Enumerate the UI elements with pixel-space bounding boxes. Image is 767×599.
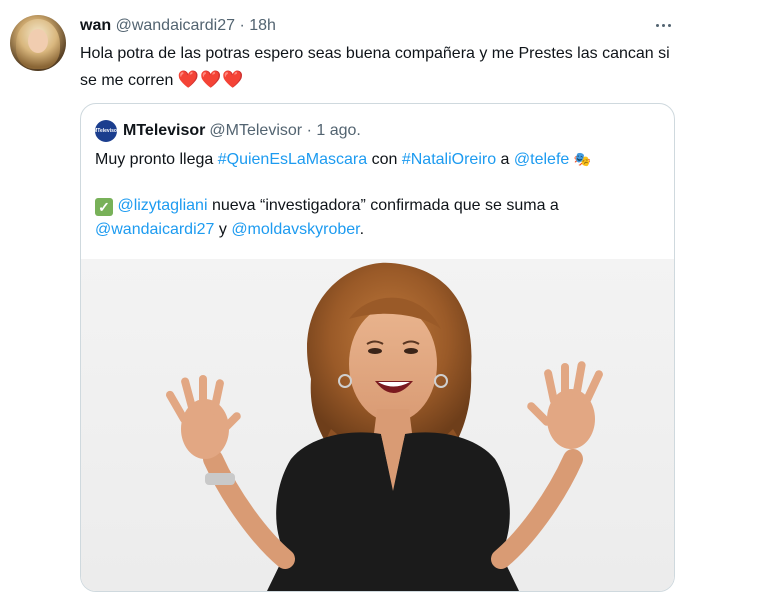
avatar-face: [28, 29, 48, 53]
quoted-text-segment: a: [496, 151, 514, 168]
quoted-text-segment: y: [214, 221, 232, 238]
quoted-avatar-text: MTelevisor: [95, 128, 117, 134]
tweet-header: wan @wandaicardi27 · 18h: [80, 16, 276, 36]
hashtag-quienesla-mascara[interactable]: #QuienEsLaMascara: [218, 151, 367, 168]
hearts-emoji: ❤️❤️❤️: [177, 70, 245, 89]
tweet-body: Hola potra de las potras espero seas bue…: [80, 45, 670, 89]
quoted-text-segment: Muy pronto llega: [95, 151, 218, 168]
quoted-text-segment: nueva “investigadora” confirmada que se …: [207, 197, 559, 214]
theater-masks-emoji: 🎭: [573, 151, 592, 167]
quoted-tweet-photo[interactable]: [81, 259, 674, 591]
mention-telefe[interactable]: @telefe: [514, 151, 569, 168]
quoted-text-segment: con: [367, 151, 402, 168]
check-mark-icon: ✓: [95, 198, 113, 216]
quoted-tweet-text: Muy pronto llega #QuienEsLaMascara con #…: [95, 147, 660, 242]
mention-moldavskyrober[interactable]: @moldavskyrober: [231, 221, 359, 238]
user-handle[interactable]: @wandaicardi27: [116, 17, 235, 34]
tweet-timestamp[interactable]: 18h: [249, 17, 276, 34]
mention-wandaicardi27[interactable]: @wandaicardi27: [95, 221, 214, 238]
quoted-separator-dot: ·: [306, 122, 312, 139]
display-name[interactable]: wan: [80, 17, 111, 34]
woman-smiling-illustration: [166, 262, 603, 591]
quoted-tweet[interactable]: MTelevisor MTelevisor @MTelevisor · 1 ag…: [80, 103, 675, 592]
quoted-handle[interactable]: @MTelevisor: [209, 121, 302, 141]
more-horizontal-icon[interactable]: [650, 12, 676, 38]
user-avatar[interactable]: [10, 15, 66, 71]
quoted-display-name[interactable]: MTelevisor: [123, 121, 205, 141]
mention-lizytagliani[interactable]: @lizytagliani: [117, 197, 207, 214]
quoted-avatar[interactable]: MTelevisor: [95, 120, 117, 142]
hashtag-natalioreiro[interactable]: #NataliOreiro: [402, 151, 496, 168]
quoted-timestamp[interactable]: 1 ago.: [316, 121, 360, 141]
quoted-line-2: ✓ @lizytagliani nueva “investigadora” co…: [95, 194, 660, 218]
quoted-line-1: Muy pronto llega #QuienEsLaMascara con #…: [95, 147, 660, 172]
quoted-text-segment: .: [359, 221, 365, 238]
quoted-tweet-header: MTelevisor MTelevisor @MTelevisor · 1 ag…: [95, 120, 361, 142]
tweet-card[interactable]: wan @wandaicardi27 · 18h Hola potra de l…: [0, 0, 767, 599]
quoted-line-3: @wandaicardi27 y @moldavskyrober.: [95, 218, 660, 242]
tweet-text: Hola potra de las potras espero seas bue…: [80, 41, 670, 94]
separator-dot: ·: [239, 17, 245, 34]
